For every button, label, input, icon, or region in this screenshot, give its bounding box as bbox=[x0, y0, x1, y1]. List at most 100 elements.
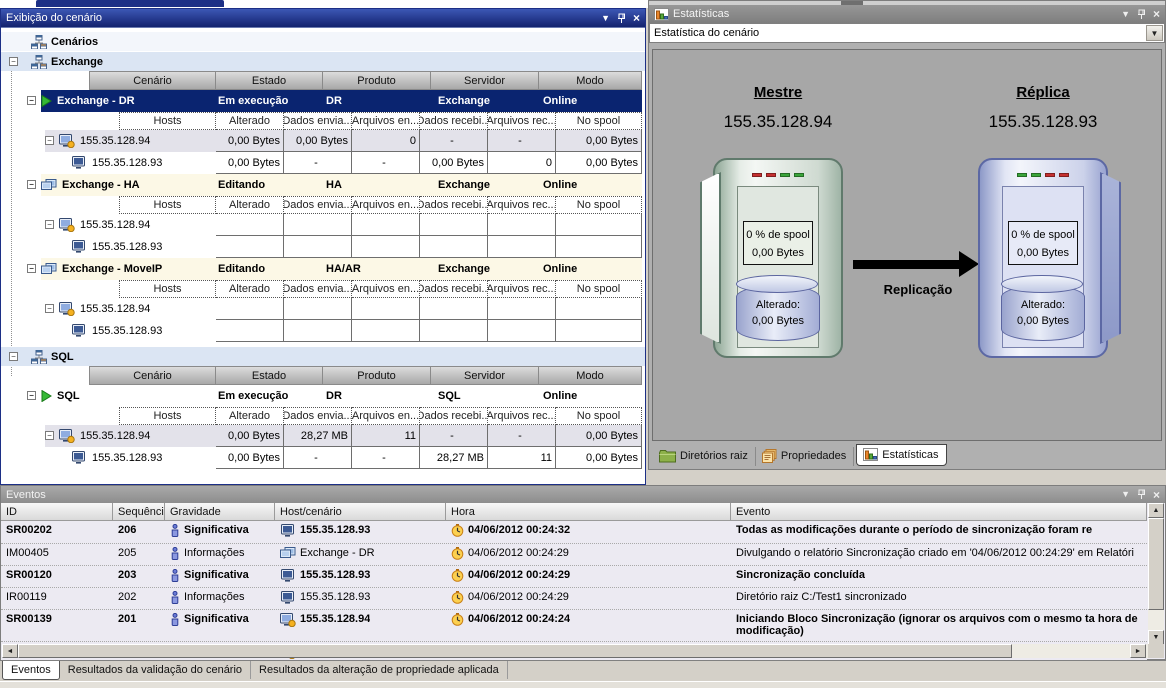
column-header-hora[interactable]: Hora bbox=[446, 503, 731, 521]
scroll-left-icon[interactable]: ◄ bbox=[2, 644, 18, 658]
column-header-servidor[interactable]: Servidor bbox=[431, 366, 539, 385]
hosts-header-cell[interactable]: Alterado bbox=[216, 280, 284, 298]
vertical-scrollbar-thumb[interactable] bbox=[1148, 518, 1164, 610]
tree-root-cenarios[interactable]: Cenários bbox=[1, 31, 645, 51]
column-header-evento[interactable]: Evento bbox=[731, 503, 1147, 521]
hosts-header-cell[interactable]: No spool bbox=[556, 112, 642, 130]
hosts-header-cell[interactable]: Arquivos en... bbox=[352, 280, 420, 298]
column-header-servidor[interactable]: Servidor bbox=[431, 71, 539, 90]
hosts-header-cell[interactable]: Arquivos rec... bbox=[488, 280, 556, 298]
event-row[interactable]: SR00120 203 Significativa 155.35.128.93 … bbox=[1, 566, 1147, 588]
collapse-icon[interactable]: − bbox=[27, 391, 36, 400]
scroll-up-icon[interactable]: ▲ bbox=[1148, 503, 1164, 518]
tab-resultados-validacao[interactable]: Resultados da validação do cenário bbox=[60, 661, 251, 679]
scroll-down-icon[interactable]: ▼ bbox=[1148, 630, 1164, 645]
horizontal-scrollbar[interactable]: ◄ ► bbox=[2, 644, 1148, 658]
stat-cell bbox=[488, 298, 556, 320]
hosts-header-cell[interactable]: Arquivos rec... bbox=[488, 407, 556, 425]
column-header-sequencia[interactable]: Sequênci▽ bbox=[113, 503, 165, 521]
scenario-row-exchange-moveip[interactable]: − Exchange - MoveIP Editando HA/AR Excha… bbox=[41, 258, 642, 280]
collapse-icon[interactable]: − bbox=[45, 304, 54, 313]
tab-eventos[interactable]: Eventos bbox=[2, 661, 60, 680]
host-row-master[interactable]: − 155.35.128.94 0,00 Bytes 28,27 MB 11 -… bbox=[45, 425, 642, 447]
collapse-icon[interactable]: − bbox=[45, 136, 54, 145]
scenario-row-exchange-ha[interactable]: − Exchange - HA Editando HA Exchange Onl… bbox=[41, 174, 642, 196]
hosts-header-cell[interactable]: Dados recebi... bbox=[420, 196, 488, 214]
group-row-sql[interactable]: − SQL bbox=[1, 346, 645, 366]
collapse-icon[interactable]: − bbox=[27, 96, 36, 105]
horizontal-scrollbar-thumb[interactable] bbox=[18, 644, 1012, 658]
statistics-selector[interactable]: Estatística do cenário ▼ bbox=[649, 23, 1165, 43]
scenario-row-sql[interactable]: − SQL Em execução DR SQL Online bbox=[41, 385, 642, 407]
hosts-header-cell[interactable]: Arquivos en... bbox=[352, 196, 420, 214]
panel-menu-icon[interactable]: ▼ bbox=[601, 14, 610, 23]
host-row-replica[interactable]: 155.35.128.93 0,00 Bytes - - 28,27 MB 11… bbox=[45, 447, 642, 469]
collapse-icon[interactable]: − bbox=[45, 220, 54, 229]
column-header-produto[interactable]: Produto bbox=[323, 71, 431, 90]
pin-icon[interactable] bbox=[1137, 9, 1146, 20]
column-header-modo[interactable]: Modo bbox=[539, 366, 642, 385]
event-row[interactable]: SR00202 206 Significativa 155.35.128.93 … bbox=[1, 521, 1147, 544]
tab-estatisticas[interactable]: Estatísticas bbox=[856, 444, 946, 466]
hosts-header-cell[interactable]: Hosts bbox=[119, 112, 216, 130]
pin-icon[interactable] bbox=[1137, 489, 1146, 500]
hosts-header-cell[interactable]: Alterado bbox=[216, 196, 284, 214]
event-row[interactable]: SR00139 201 Significativa 155.35.128.94 … bbox=[1, 610, 1147, 642]
column-header-gravidade[interactable]: Gravidade bbox=[165, 503, 275, 521]
host-row-master[interactable]: − 155.35.128.94 bbox=[45, 214, 642, 236]
column-header-estado[interactable]: Estado bbox=[216, 71, 323, 90]
hosts-header-cell[interactable]: Dados recebi... bbox=[420, 407, 488, 425]
host-row-master[interactable]: − 155.35.128.94 bbox=[45, 298, 642, 320]
group-row-exchange[interactable]: − Exchange bbox=[1, 51, 645, 71]
column-header-id[interactable]: ID bbox=[1, 503, 113, 521]
hosts-header-cell[interactable]: Hosts bbox=[119, 196, 216, 214]
hosts-header-cell[interactable]: Arquivos rec... bbox=[488, 196, 556, 214]
hosts-header-cell[interactable]: Dados envia... bbox=[284, 407, 352, 425]
hosts-header-cell[interactable]: Alterado bbox=[216, 112, 284, 130]
hosts-header-cell[interactable]: Arquivos en... bbox=[352, 112, 420, 130]
collapse-icon[interactable]: − bbox=[9, 57, 18, 66]
event-row[interactable]: IM00405 205 Informações Exchange - DR 04… bbox=[1, 544, 1147, 566]
panel-menu-icon[interactable]: ▼ bbox=[1121, 490, 1130, 499]
hosts-header-cell[interactable]: No spool bbox=[556, 407, 642, 425]
hosts-header-cell[interactable]: Arquivos rec... bbox=[488, 112, 556, 130]
host-row-replica[interactable]: 155.35.128.93 bbox=[45, 236, 642, 258]
host-row-replica[interactable]: 155.35.128.93 bbox=[45, 320, 642, 342]
hosts-header-cell[interactable]: Arquivos en... bbox=[352, 407, 420, 425]
panel-menu-icon[interactable]: ▼ bbox=[1121, 10, 1130, 19]
column-header-cenario[interactable]: Cenário bbox=[89, 366, 216, 385]
collapse-icon[interactable]: − bbox=[27, 180, 36, 189]
scroll-right-icon[interactable]: ► bbox=[1130, 644, 1146, 658]
hosts-header-cell[interactable]: Dados envia... bbox=[284, 280, 352, 298]
hosts-header-cell[interactable]: No spool bbox=[556, 196, 642, 214]
hosts-header-cell[interactable]: Dados recebi... bbox=[420, 112, 488, 130]
close-icon[interactable]: × bbox=[1153, 8, 1160, 20]
pin-icon[interactable] bbox=[617, 13, 626, 24]
chevron-down-icon[interactable]: ▼ bbox=[1146, 25, 1163, 41]
host-row-replica[interactable]: 155.35.128.93 0,00 Bytes - - 0,00 Bytes … bbox=[45, 152, 642, 174]
hosts-header-cell[interactable]: Dados envia... bbox=[284, 196, 352, 214]
column-header-modo[interactable]: Modo bbox=[539, 71, 642, 90]
close-icon[interactable]: × bbox=[1153, 489, 1160, 501]
collapse-icon[interactable]: − bbox=[9, 352, 18, 361]
column-header-produto[interactable]: Produto bbox=[323, 366, 431, 385]
hosts-header-cell[interactable]: Alterado bbox=[216, 407, 284, 425]
hosts-header-cell[interactable]: Hosts bbox=[119, 280, 216, 298]
tab-propriedades[interactable]: Propriedades bbox=[756, 447, 854, 466]
event-row[interactable]: IR00119 202 Informações 155.35.128.93 04… bbox=[1, 588, 1147, 610]
vertical-scrollbar[interactable]: ▲ ▼ bbox=[1148, 503, 1164, 645]
hosts-header-cell[interactable]: No spool bbox=[556, 280, 642, 298]
close-icon[interactable]: × bbox=[633, 12, 640, 24]
hosts-header-cell[interactable]: Dados recebi... bbox=[420, 280, 488, 298]
column-header-cenario[interactable]: Cenário bbox=[89, 71, 216, 90]
hosts-header-cell[interactable]: Dados envia... bbox=[284, 112, 352, 130]
collapse-icon[interactable]: − bbox=[27, 264, 36, 273]
tab-diretorios-raiz[interactable]: Diretórios raiz bbox=[653, 447, 756, 466]
column-header-estado[interactable]: Estado bbox=[216, 366, 323, 385]
scenario-row-exchange-dr[interactable]: − Exchange - DR Em execução DR Exchange … bbox=[41, 90, 642, 112]
column-header-host-cenario[interactable]: Host/cenário bbox=[275, 503, 446, 521]
host-row-master[interactable]: − 155.35.128.94 0,00 Bytes 0,00 Bytes 0 … bbox=[45, 130, 642, 152]
collapse-icon[interactable]: − bbox=[45, 431, 54, 440]
tab-resultados-alteracao[interactable]: Resultados da alteração de propriedade a… bbox=[251, 661, 508, 679]
hosts-header-cell[interactable]: Hosts bbox=[119, 407, 216, 425]
